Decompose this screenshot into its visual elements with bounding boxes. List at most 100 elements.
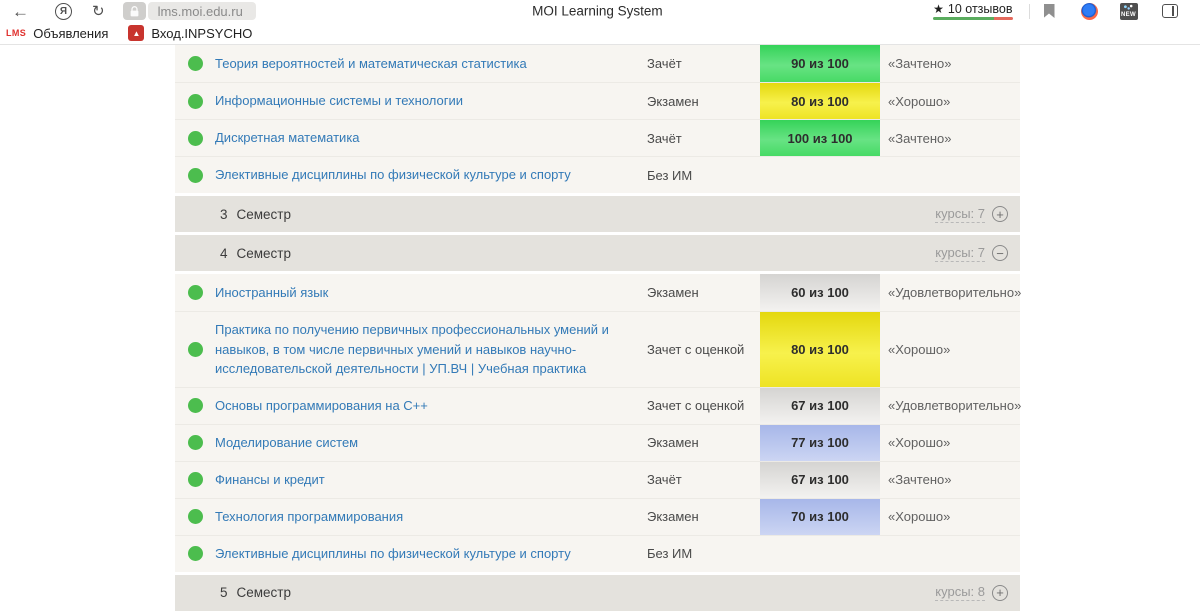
address-bar[interactable]: lms.moi.edu.ru <box>123 2 256 20</box>
table-row: Теория вероятностей и математическая ста… <box>175 45 1020 82</box>
status-dot-icon <box>188 131 203 146</box>
grades-table: Теория вероятностей и математическая ста… <box>175 45 1020 611</box>
reviews-count-label: 10 отзывов <box>948 2 1013 16</box>
score-cell: 80 из 100 <box>760 312 880 387</box>
rating-bar <box>933 17 1012 20</box>
new-badge-label: NEW <box>1121 12 1136 20</box>
status-dot-icon <box>188 342 203 357</box>
score-cell <box>760 536 880 572</box>
grade-label: «Хорошо» <box>888 342 950 357</box>
grade-label: «Удовлетворительно» <box>888 285 1021 300</box>
bookmark-entry[interactable]: ▲ Вход.INPSYCHO <box>128 25 252 41</box>
course-link[interactable]: Практика по получению первичных професси… <box>215 312 647 387</box>
bookmark-label: Вход.INPSYCHO <box>151 26 252 41</box>
semester-header-row: 5 Семестр курсы: 8 + <box>175 575 1020 611</box>
reviews-rating[interactable]: ★ 10 отзывов <box>931 2 1014 20</box>
assessment-type: Без ИМ <box>647 546 760 561</box>
status-dot-icon <box>188 56 203 71</box>
score-cell <box>760 157 880 193</box>
course-link[interactable]: Основы программирования на C++ <box>215 388 647 424</box>
score-cell: 60 из 100 <box>760 274 880 311</box>
yandex-icon[interactable]: Я <box>55 3 72 20</box>
semester-header-row: 3 Семестр курсы: 7 + <box>175 196 1020 232</box>
score-cell: 70 из 100 <box>760 499 880 535</box>
refresh-button[interactable]: ↻ <box>92 4 105 19</box>
course-link[interactable]: Дискретная математика <box>215 120 647 156</box>
grade-label: «Хорошо» <box>888 94 950 109</box>
assessment-type: Экзамен <box>647 285 760 300</box>
expand-toggle-icon[interactable]: + <box>992 206 1008 222</box>
table-row: Информационные системы и технологии Экза… <box>175 82 1020 119</box>
table-row: Дискретная математика Зачёт 100 из 100 «… <box>175 119 1020 156</box>
status-dot-icon <box>188 285 203 300</box>
page-title: MOI Learning System <box>532 4 663 19</box>
assessment-type: Зачёт <box>647 131 760 146</box>
bookmark-announcements[interactable]: LMS Объявления <box>6 26 108 41</box>
course-link[interactable]: Моделирование систем <box>215 425 647 461</box>
semester-header-row: 4 Семестр курсы: 7 − <box>175 235 1020 271</box>
course-link[interactable]: Иностранный язык <box>215 275 647 311</box>
score-cell: 80 из 100 <box>760 83 880 119</box>
grade-label: «Зачтено» <box>888 56 951 71</box>
table-row: Моделирование систем Экзамен 77 из 100 «… <box>175 424 1020 461</box>
assessment-type: Зачёт <box>647 56 760 71</box>
assessment-type: Зачёт <box>647 472 760 487</box>
grade-label: «Хорошо» <box>888 435 950 450</box>
table-row: Элективные дисциплины по физической куль… <box>175 535 1020 572</box>
score-cell: 67 из 100 <box>760 462 880 498</box>
courses-count-link[interactable]: курсы: 7 <box>935 206 985 223</box>
back-button[interactable]: ← <box>12 3 29 20</box>
score-cell: 100 из 100 <box>760 120 880 156</box>
browser-toolbar: ← Я ↻ lms.moi.edu.ru MOI Learning System… <box>0 0 1200 22</box>
courses-count-link[interactable]: курсы: 8 <box>935 584 985 601</box>
grade-label: «Хорошо» <box>888 509 950 524</box>
status-dot-icon <box>188 94 203 109</box>
score-cell: 90 из 100 <box>760 45 880 82</box>
course-link[interactable]: Технология программирования <box>215 499 647 535</box>
grade-label: «Зачтено» <box>888 472 951 487</box>
assessment-type: Без ИМ <box>647 168 760 183</box>
table-row: Элективные дисциплины по физической куль… <box>175 156 1020 193</box>
status-dot-icon <box>188 509 203 524</box>
course-link[interactable]: Элективные дисциплины по физической куль… <box>215 536 647 572</box>
semester-number: 3 <box>220 207 228 222</box>
pyramid-favicon: ▲ <box>128 25 144 41</box>
table-row: Практика по получению первичных професси… <box>175 311 1020 387</box>
lock-icon[interactable] <box>123 2 146 20</box>
collapse-toggle-icon[interactable]: − <box>992 245 1008 261</box>
bookmarks-bar: LMS Объявления ▲ Вход.INPSYCHO <box>0 22 1200 45</box>
toolbar-right-cluster: ★ 10 отзывов NEW ↓ <box>931 0 1200 22</box>
score-cell: 77 из 100 <box>760 425 880 461</box>
bookmark-flag-icon[interactable] <box>1044 4 1055 18</box>
semester-number: 5 <box>220 585 228 600</box>
semester-label: Семестр <box>237 585 292 600</box>
status-dot-icon <box>188 398 203 413</box>
expand-toggle-icon[interactable]: + <box>992 585 1008 601</box>
status-dot-icon <box>188 435 203 450</box>
courses-count-link[interactable]: курсы: 7 <box>935 245 985 262</box>
status-dot-icon <box>188 472 203 487</box>
table-row: Основы программирования на C++ Зачет с о… <box>175 387 1020 424</box>
status-dot-icon <box>188 168 203 183</box>
toolbar-divider <box>1029 4 1030 19</box>
new-feature-icon[interactable]: NEW <box>1120 3 1138 20</box>
semester-label: Семестр <box>237 207 292 222</box>
assessment-type: Экзамен <box>647 509 760 524</box>
table-row: Финансы и кредит Зачёт 67 из 100 «Зачтен… <box>175 461 1020 498</box>
course-link[interactable]: Информационные системы и технологии <box>215 83 647 119</box>
grade-label: «Зачтено» <box>888 131 951 146</box>
assessment-type: Экзамен <box>647 94 760 109</box>
extension-orb-icon[interactable] <box>1081 3 1098 20</box>
grade-label: «Удовлетворительно» <box>888 398 1021 413</box>
course-link[interactable]: Теория вероятностей и математическая ста… <box>215 46 647 82</box>
table-row: Иностранный язык Экзамен 60 из 100 «Удов… <box>175 274 1020 311</box>
semester-label: Семестр <box>237 246 292 261</box>
semester-number: 4 <box>220 246 228 261</box>
course-link[interactable]: Финансы и кредит <box>215 462 647 498</box>
sidebar-panel-icon[interactable] <box>1162 4 1178 18</box>
assessment-type: Экзамен <box>647 435 760 450</box>
status-dot-icon <box>188 546 203 561</box>
bookmark-label: Объявления <box>33 26 108 41</box>
course-link[interactable]: Элективные дисциплины по физической куль… <box>215 157 647 193</box>
url-field[interactable]: lms.moi.edu.ru <box>148 2 256 20</box>
